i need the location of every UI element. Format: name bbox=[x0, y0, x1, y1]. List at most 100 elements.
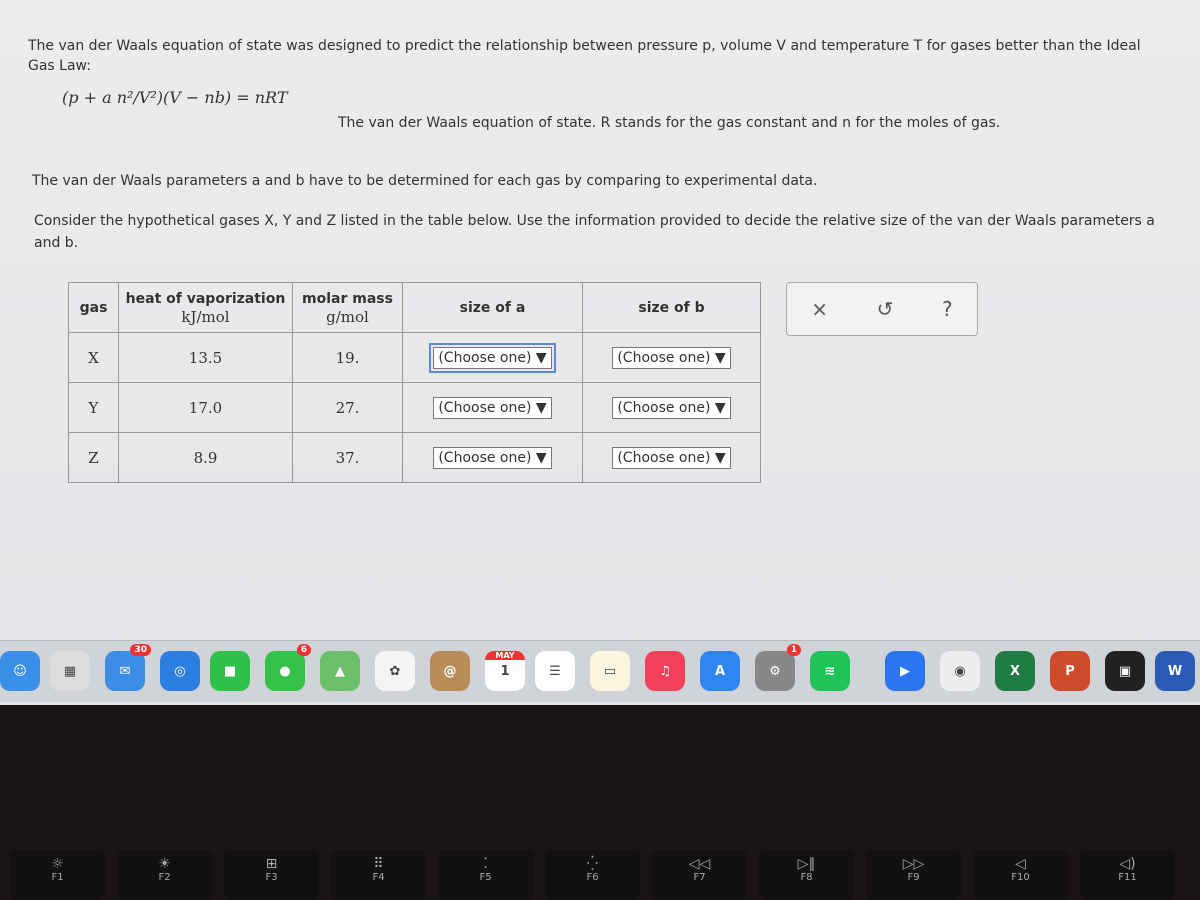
app-glyph: X bbox=[1009, 663, 1021, 679]
safari-icon[interactable]: ◎ bbox=[160, 651, 200, 691]
powerpoint-icon[interactable]: P bbox=[1050, 651, 1090, 691]
size-a-cell: (Choose one) ▼ bbox=[402, 432, 583, 483]
facetime-icon[interactable]: ■ bbox=[210, 651, 250, 691]
app-glyph: ✿ bbox=[389, 663, 401, 679]
notification-badge: 6 bbox=[296, 644, 311, 656]
size-a-cell: (Choose one) ▼ bbox=[402, 332, 583, 383]
key-f2[interactable]: ☀ F2 bbox=[117, 850, 212, 900]
header-label: size of b bbox=[638, 299, 705, 316]
size-b-cell: (Choose one) ▼ bbox=[582, 382, 761, 433]
heat-of-vaporization: 17.0 bbox=[118, 382, 293, 433]
zoom-icon[interactable]: ▶ bbox=[885, 651, 925, 691]
header-mass: molar mass g/mol bbox=[292, 282, 403, 333]
size-b-dropdown[interactable]: (Choose one) ▼ bbox=[612, 396, 731, 419]
calendar-month: MAY bbox=[485, 651, 525, 660]
key-f10[interactable]: ◁ F10 bbox=[973, 850, 1068, 900]
app-glyph: 1 bbox=[500, 663, 510, 679]
key-f9[interactable]: ▷▷ F9 bbox=[866, 850, 961, 900]
table-row: Y 17.0 27. (Choose one) ▼ (Choose one) ▼ bbox=[68, 382, 761, 433]
app-glyph: W bbox=[1167, 663, 1183, 679]
app-glyph: ▦ bbox=[63, 663, 77, 679]
key-icon: ☼ bbox=[51, 856, 64, 872]
size-a-dropdown[interactable]: (Choose one) ▼ bbox=[429, 342, 556, 373]
notes-icon[interactable]: ▭ bbox=[590, 651, 630, 691]
key-f7[interactable]: ◁◁ F7 bbox=[652, 850, 747, 900]
app-glyph: ♫ bbox=[659, 663, 671, 679]
app-glyph: ▲ bbox=[335, 663, 345, 679]
app-glyph: @ bbox=[443, 663, 457, 679]
header-row: gas heat of vaporization kJ/mol molar mas… bbox=[68, 282, 761, 333]
molar-mass: 27. bbox=[292, 382, 403, 433]
notification-badge: 30 bbox=[130, 644, 151, 656]
messages-icon[interactable]: ● 6 bbox=[265, 644, 311, 691]
app-glyph: ▶ bbox=[900, 663, 910, 679]
key-label: F11 bbox=[1118, 872, 1137, 883]
app-glyph: ✉ bbox=[119, 663, 131, 679]
paragraph-parameters: The van der Waals parameters a and b hav… bbox=[32, 173, 818, 189]
key-icon: ◁◁ bbox=[688, 856, 711, 872]
app-glyph: P bbox=[1065, 663, 1075, 679]
size-a-dropdown[interactable]: (Choose one) ▼ bbox=[433, 446, 552, 469]
key-f11[interactable]: ◁) F11 bbox=[1080, 850, 1175, 900]
help-icon[interactable]: ? bbox=[942, 297, 953, 321]
heat-of-vaporization: 8.9 bbox=[118, 432, 293, 483]
app-glyph: ⚙ bbox=[769, 663, 781, 679]
key-f1[interactable]: ☼ F1 bbox=[10, 850, 105, 900]
close-icon[interactable]: × bbox=[811, 297, 828, 321]
key-f6[interactable]: ⁛ F6 bbox=[545, 850, 640, 900]
calendar-icon[interactable]: MAY 1 bbox=[485, 651, 525, 691]
undo-icon[interactable]: ↺ bbox=[877, 297, 894, 321]
header-label: heat of vaporization bbox=[125, 290, 286, 307]
size-b-dropdown[interactable]: (Choose one) ▼ bbox=[612, 346, 731, 369]
app-glyph: A bbox=[714, 663, 726, 679]
word-icon[interactable]: W bbox=[1155, 651, 1195, 691]
key-label: F3 bbox=[265, 872, 278, 883]
app-glyph: ▣ bbox=[1118, 663, 1132, 679]
chrome-icon[interactable]: ◉ bbox=[940, 651, 980, 691]
key-label: F10 bbox=[1011, 872, 1030, 883]
key-f4[interactable]: ⠿ F4 bbox=[331, 850, 426, 900]
mail-icon[interactable]: ✉ 30 bbox=[105, 644, 151, 691]
header-unit: g/mol bbox=[326, 307, 369, 326]
dock: ☺ ▦ ✉ 30 ◎ ■ ● 6 ▲ ✿ @ MAY 1 ☰ ▭ ♫ A ⚙ 1 ≋ ▶ ◉ X P ▣ W bbox=[0, 640, 1200, 702]
key-icon: ▷∥ bbox=[797, 856, 816, 872]
key-label: F8 bbox=[800, 872, 813, 883]
key-label: F5 bbox=[479, 872, 492, 883]
gas-name: Z bbox=[68, 432, 119, 483]
vdw-equation: (p + a n²/V²)(V − nb) = nRT bbox=[62, 88, 288, 107]
printer-icon[interactable]: ▣ bbox=[1105, 651, 1145, 691]
header-unit: kJ/mol bbox=[181, 307, 230, 326]
contacts-icon[interactable]: @ bbox=[430, 651, 470, 691]
app-store-icon[interactable]: A bbox=[700, 651, 740, 691]
key-icon: ⁚ bbox=[483, 856, 488, 872]
key-f3[interactable]: ⊞ F3 bbox=[224, 850, 319, 900]
maps-icon[interactable]: ▲ bbox=[320, 651, 360, 691]
music-icon[interactable]: ♫ bbox=[645, 651, 685, 691]
key-label: F9 bbox=[907, 872, 920, 883]
reminders-icon[interactable]: ☰ bbox=[535, 651, 575, 691]
key-label: F2 bbox=[158, 872, 171, 883]
launchpad-icon[interactable]: ▦ bbox=[50, 651, 90, 691]
finder-icon[interactable]: ☺ bbox=[0, 651, 40, 691]
size-b-dropdown[interactable]: (Choose one) ▼ bbox=[612, 446, 731, 469]
spotify-icon[interactable]: ≋ bbox=[810, 651, 850, 691]
size-b-cell: (Choose one) ▼ bbox=[582, 332, 761, 383]
header-gas: gas bbox=[68, 282, 119, 333]
key-icon: ⊞ bbox=[265, 856, 278, 872]
header-heat: heat of vaporization kJ/mol bbox=[118, 282, 293, 333]
header-a: size of a bbox=[402, 282, 583, 333]
gas-table: gas heat of vaporization kJ/mol molar mas… bbox=[68, 282, 761, 483]
app-glyph: ◎ bbox=[174, 663, 186, 679]
photos-icon[interactable]: ✿ bbox=[375, 651, 415, 691]
system-preferences-icon[interactable]: ⚙ 1 bbox=[755, 644, 801, 691]
app-glyph: ◉ bbox=[954, 663, 966, 679]
answer-toolbar: × ↺ ? bbox=[786, 282, 978, 336]
size-a-dropdown[interactable]: (Choose one) ▼ bbox=[433, 396, 552, 419]
size-a-cell: (Choose one) ▼ bbox=[402, 382, 583, 433]
excel-icon[interactable]: X bbox=[995, 651, 1035, 691]
key-label: F1 bbox=[51, 872, 64, 883]
key-label: F4 bbox=[372, 872, 385, 883]
key-f8[interactable]: ▷∥ F8 bbox=[759, 850, 854, 900]
notification-badge: 1 bbox=[786, 644, 801, 656]
key-f5[interactable]: ⁚ F5 bbox=[438, 850, 533, 900]
